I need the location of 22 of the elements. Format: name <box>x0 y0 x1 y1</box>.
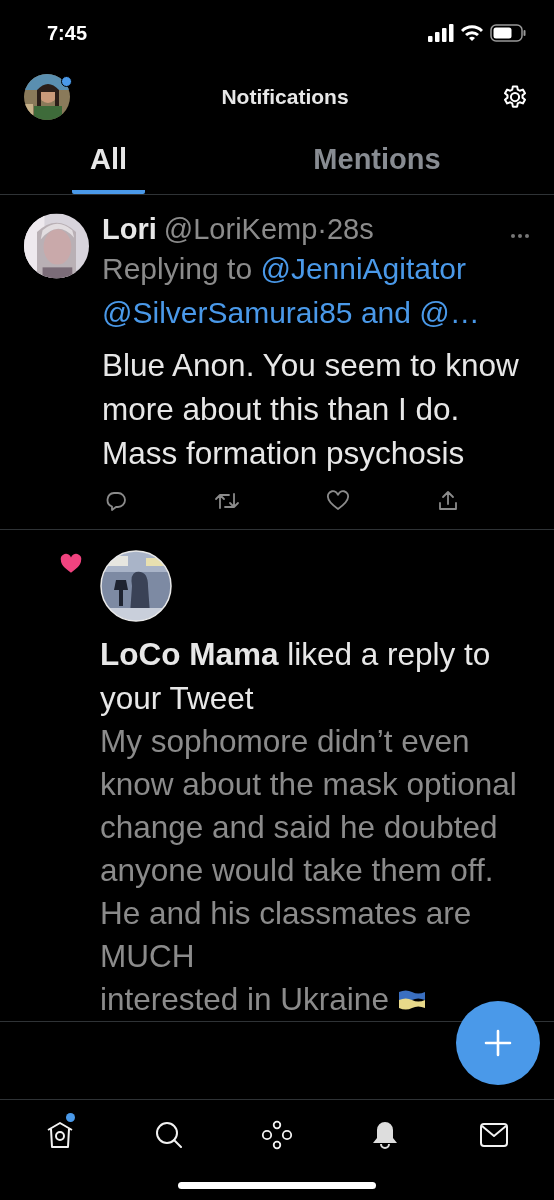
reply-icon[interactable] <box>104 489 128 513</box>
circles-icon[interactable] <box>261 1119 293 1151</box>
signal-icon <box>428 24 454 42</box>
share-icon[interactable] <box>436 489 460 513</box>
user-handle: @LoriKemp·28s <box>163 212 375 247</box>
mention-link[interactable]: @JenniAgitator <box>260 252 466 285</box>
status-time: 7:45 <box>47 21 88 45</box>
replying-line: Replying to @JenniAgitator @SilverSamurai85 and @… <box>102 251 481 331</box>
tab[interactable]: All <box>72 128 146 194</box>
wifi-icon <box>461 24 483 42</box>
like-icon[interactable] <box>326 489 350 513</box>
plus-icon <box>484 1029 512 1057</box>
notification-text: LoCo Mama liked a reply to your Tweet <box>100 635 492 718</box>
mention-link[interactable]: @SilverSamurai85 <box>102 296 353 329</box>
mention-link[interactable]: and @… <box>360 296 480 329</box>
page-title: Notifications <box>221 85 349 109</box>
tab[interactable]: Mentions <box>295 128 459 194</box>
tweet-text: Blue Anon. You seem to know more about this than I do. Mass formation psychosis <box>102 346 520 473</box>
user-name[interactable]: Lori <box>102 211 157 247</box>
more-icon[interactable] <box>510 233 530 239</box>
battery-icon <box>490 24 526 42</box>
liked-reply-text: interested in Ukraine <box>100 980 389 1019</box>
